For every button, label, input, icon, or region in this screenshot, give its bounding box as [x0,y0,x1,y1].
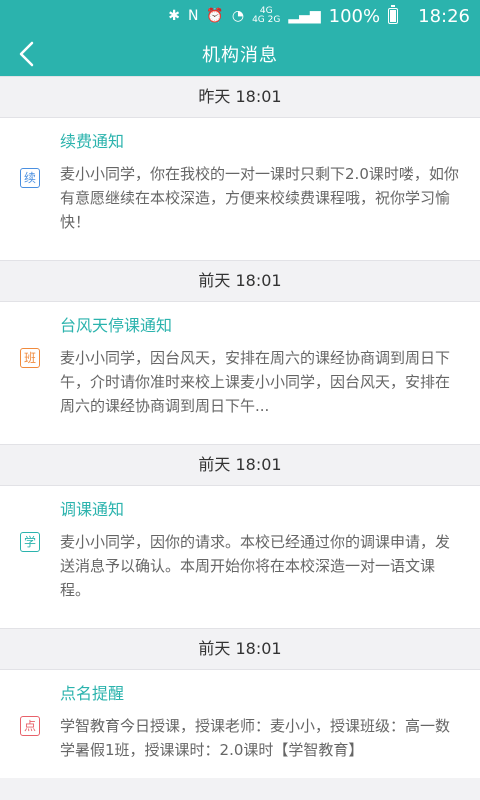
battery-icon [388,5,399,24]
network-indicator: 4G 4G 2G [252,7,280,25]
status-icons: ✱ N ⏰ ◔ 4G 4G 2G ▂▄▆ 100% 18:26 [168,5,470,27]
page-title: 机构消息 [202,45,278,66]
wifi-icon: ◔ [231,8,245,24]
message-tag-icon: 班 [20,348,40,368]
signal-icon: ▂▄▆ [288,8,321,24]
message-card[interactable]: 续费通知 续 麦小小同学，你在我校的一对一课时只剩下2.0课时喽，如你有意愿继续… [0,118,480,260]
bluetooth-icon: ✱ [168,8,180,24]
message-time: 昨天 18:01 [0,76,480,118]
message-time: 前天 18:01 [0,628,480,670]
message-tag-icon: 学 [20,532,40,552]
message-tag-icon: 续 [20,168,40,188]
network-bottom-label: 4G 2G [252,15,281,25]
message-group: 前天 18:01 点名提醒 点 学智教育今日授课，授课老师：麦小小，授课班级：高… [0,628,480,778]
message-time: 前天 18:01 [0,260,480,302]
message-card[interactable]: 台风天停课通知 班 麦小小同学，因台风天，安排在周六的课经协商调到周日下午，介时… [0,302,480,444]
message-tag-icon: 点 [20,716,40,736]
message-title: 台风天停课通知 [60,316,173,335]
message-body: 学智教育今日授课，授课老师：麦小小，授课班级：高一数学暑假1班，授课课时：2.0… [60,717,451,759]
message-title: 点名提醒 [60,684,125,703]
battery-percent: 100% [328,5,381,27]
message-group: 昨天 18:01 续费通知 续 麦小小同学，你在我校的一对一课时只剩下2.0课时… [0,76,480,260]
nfc-icon: N [187,8,199,24]
message-title: 续费通知 [60,132,125,151]
message-body: 麦小小同学，因你的请求。本校已经通过你的调课申请，发送消息予以确认。本周开始你将… [60,533,451,599]
message-body: 麦小小同学，因台风天，安排在周六的课经协商调到周日下午，介时请你准时来校上课麦小… [60,349,451,415]
message-card[interactable]: 点名提醒 点 学智教育今日授课，授课老师：麦小小，授课班级：高一数学暑假1班，授… [0,670,480,778]
message-group: 前天 18:01 调课通知 学 麦小小同学，因你的请求。本校已经通过你的调课申请… [0,444,480,628]
message-body: 麦小小同学，你在我校的一对一课时只剩下2.0课时喽，如你有意愿继续在本校深造，方… [60,165,459,231]
alarm-icon: ⏰ [206,8,224,24]
status-bar: ✱ N ⏰ ◔ 4G 4G 2G ▂▄▆ 100% 18:26 [0,0,480,32]
back-button[interactable] [14,40,42,68]
message-title: 调课通知 [60,500,125,519]
message-group: 前天 18:01 台风天停课通知 班 麦小小同学，因台风天，安排在周六的课经协商… [0,260,480,444]
message-time: 前天 18:01 [0,444,480,486]
app-bar: 机构消息 [0,32,480,76]
message-card[interactable]: 调课通知 学 麦小小同学，因你的请求。本校已经通过你的调课申请，发送消息予以确认… [0,486,480,628]
chevron-left-icon [19,41,34,67]
message-list: 昨天 18:01 续费通知 续 麦小小同学，你在我校的一对一课时只剩下2.0课时… [0,76,480,778]
status-time: 18:26 [418,5,470,27]
